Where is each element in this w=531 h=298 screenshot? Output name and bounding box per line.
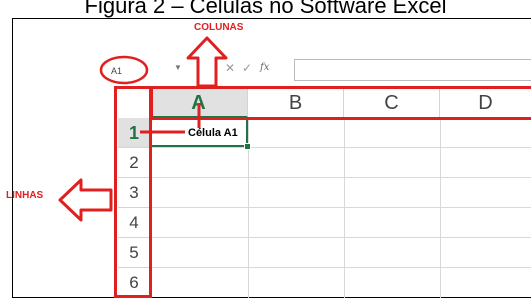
rows-arrow-icon: [58, 178, 113, 222]
annotation-overlay: [58, 36, 228, 222]
columns-arrow-icon: [186, 36, 228, 88]
name-box-highlight-ellipse: [99, 55, 149, 85]
